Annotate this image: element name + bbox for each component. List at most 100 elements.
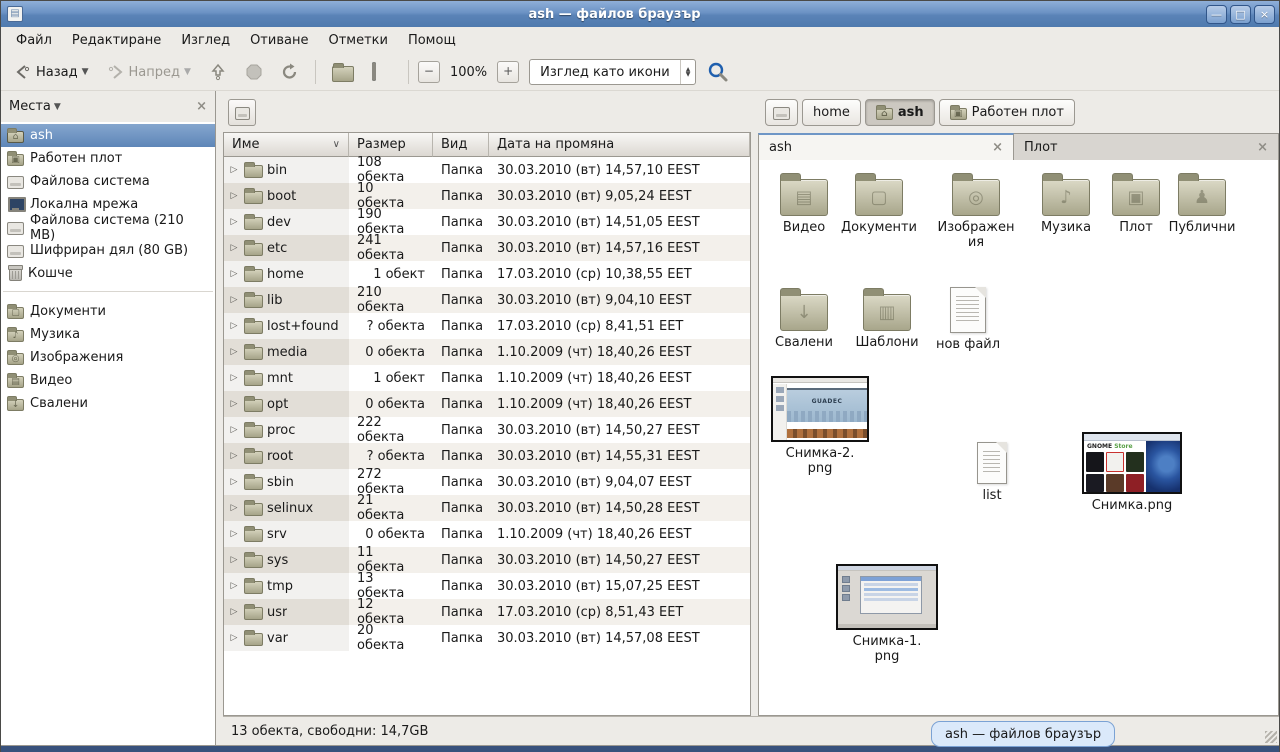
computer-button[interactable] (365, 59, 399, 85)
icon-item-list[interactable]: list (962, 442, 1022, 503)
expander-icon[interactable]: ▷ (228, 555, 240, 565)
sidebar-item-музика[interactable]: Музика (1, 323, 215, 346)
table-row[interactable]: ▷etc241 обектаПапка30.03.2010 (вт) 14,57… (224, 235, 750, 261)
maximize-button[interactable]: □ (1230, 5, 1251, 24)
stop-button[interactable] (238, 58, 270, 86)
expander-icon[interactable]: ▷ (228, 633, 240, 643)
tab-close-icon[interactable]: × (992, 140, 1003, 155)
table-row[interactable]: ▷lost+found? обектаПапка17.03.2010 (ср) … (224, 313, 750, 339)
table-row[interactable]: ▷lib210 обектаПапка30.03.2010 (вт) 9,04,… (224, 287, 750, 313)
expander-icon[interactable]: ▷ (228, 399, 240, 409)
sidebar-item-работен-плот[interactable]: Работен плот (1, 147, 215, 170)
table-row[interactable]: ▷media0 обектаПапка1.10.2009 (чт) 18,40,… (224, 339, 750, 365)
expander-icon[interactable]: ▷ (228, 269, 240, 279)
column-header-name[interactable]: Име ∨ (224, 133, 349, 157)
icon-item-изображения[interactable]: Изображения (931, 172, 1021, 250)
expander-icon[interactable]: ▷ (228, 529, 240, 539)
sidebar-item-изображения[interactable]: Изображения (1, 346, 215, 369)
icon-item-шаблони[interactable]: Шаблони (842, 287, 932, 350)
table-row[interactable]: ▷proc222 обектаПапка30.03.2010 (вт) 14,5… (224, 417, 750, 443)
icon-item-снимка-2-png[interactable]: GUADECСнимка-2.png (765, 376, 875, 476)
search-button[interactable] (700, 56, 736, 88)
forward-dropdown-icon[interactable]: ▼ (184, 67, 191, 77)
menu-item[interactable]: Отметки (319, 29, 396, 52)
sidebar-item-шифриран-дял-80-gb-[interactable]: Шифриран дял (80 GB) (1, 239, 215, 262)
sidebar-title[interactable]: Места (9, 99, 51, 114)
expander-icon[interactable]: ▷ (228, 165, 240, 175)
sidebar-splitter[interactable] (216, 91, 223, 745)
expander-icon[interactable]: ▷ (228, 191, 240, 201)
up-button[interactable] (202, 58, 234, 86)
table-row[interactable]: ▷var20 обектаПапка30.03.2010 (вт) 14,57,… (224, 625, 750, 651)
column-header-date[interactable]: Дата на промяна (489, 133, 750, 157)
table-row[interactable]: ▷dev190 обектаПапка30.03.2010 (вт) 14,51… (224, 209, 750, 235)
view-mode-select[interactable]: Изглед като икони ▲▼ (529, 59, 696, 85)
expander-icon[interactable]: ▷ (228, 607, 240, 617)
table-row[interactable]: ▷root? обектаПапка30.03.2010 (вт) 14,55,… (224, 443, 750, 469)
table-row[interactable]: ▷usr12 обектаПапка17.03.2010 (ср) 8,51,4… (224, 599, 750, 625)
breadcrumb-root-button[interactable] (765, 99, 798, 126)
sidebar-title-dropdown-icon[interactable]: ▼ (54, 102, 61, 112)
sidebar-close-icon[interactable]: × (196, 99, 207, 114)
breadcrumb-button-home[interactable]: home (802, 99, 861, 126)
expander-icon[interactable]: ▷ (228, 425, 240, 435)
tab-close-icon[interactable]: × (1257, 140, 1268, 155)
zoom-out-button[interactable]: − (418, 61, 440, 83)
tab-плот[interactable]: Плот× (1014, 133, 1279, 160)
close-button[interactable]: × (1254, 5, 1275, 24)
sidebar-item-свалени[interactable]: Свалени (1, 392, 215, 415)
expander-icon[interactable]: ▷ (228, 451, 240, 461)
home-button[interactable] (325, 58, 361, 87)
tab-ash[interactable]: ash× (758, 133, 1014, 160)
resize-grip[interactable] (1265, 731, 1277, 743)
icon-item-нов-файл[interactable]: нов файл (923, 287, 1013, 352)
breadcrumb-button-ash[interactable]: ash (865, 99, 935, 126)
icon-item-снимка-png[interactable]: GNOME StoreСнимка.png (1077, 432, 1187, 513)
minimize-button[interactable]: — (1206, 5, 1227, 24)
sidebar-item-ash[interactable]: ash (1, 124, 215, 147)
menu-item[interactable]: Отиване (241, 29, 317, 52)
menu-item[interactable]: Файл (7, 29, 61, 52)
icon-view[interactable]: ВидеоДокументиИзображенияМузикаПлотПубли… (758, 160, 1279, 716)
table-row[interactable]: ▷opt0 обектаПапка1.10.2009 (чт) 18,40,26… (224, 391, 750, 417)
sidebar-item-кошче[interactable]: Кошче (1, 262, 215, 285)
panes-splitter[interactable] (751, 91, 758, 716)
icon-item-снимка-1-png[interactable]: Снимка-1.png (832, 564, 942, 664)
expander-icon[interactable]: ▷ (228, 581, 240, 591)
table-row[interactable]: ▷bin108 обектаПапка30.03.2010 (вт) 14,57… (224, 157, 750, 183)
table-row[interactable]: ▷sys11 обектаПапка30.03.2010 (вт) 14,50,… (224, 547, 750, 573)
column-header-size[interactable]: Размер (349, 133, 433, 157)
menu-item[interactable]: Редактиране (63, 29, 170, 52)
expander-icon[interactable]: ▷ (228, 295, 240, 305)
menu-item[interactable]: Помощ (399, 29, 465, 52)
table-row[interactable]: ▷tmp13 обектаПапка30.03.2010 (вт) 15,07,… (224, 573, 750, 599)
back-button[interactable]: Назад ▼ (7, 59, 96, 85)
reload-button[interactable] (274, 58, 306, 86)
expander-icon[interactable]: ▷ (228, 503, 240, 513)
table-row[interactable]: ▷mnt1 обектПапка1.10.2009 (чт) 18,40,26 … (224, 365, 750, 391)
sidebar-item-документи[interactable]: Документи (1, 300, 215, 323)
zoom-in-button[interactable]: + (497, 61, 519, 83)
icon-item-свалени[interactable]: Свалени (759, 287, 849, 350)
menu-item[interactable]: Изглед (172, 29, 239, 52)
filesystem-root-button[interactable] (228, 99, 256, 126)
table-row[interactable]: ▷home1 обектПапка17.03.2010 (ср) 10,38,5… (224, 261, 750, 287)
table-row[interactable]: ▷sbin272 обектаПапка30.03.2010 (вт) 9,04… (224, 469, 750, 495)
expander-icon[interactable]: ▷ (228, 347, 240, 357)
sidebar-item-файлова-система-210-mb-[interactable]: Файлова система (210 MB) (1, 216, 215, 239)
sidebar-item-видео[interactable]: Видео (1, 369, 215, 392)
icon-item-документи[interactable]: Документи (834, 172, 924, 235)
table-row[interactable]: ▷selinux21 обектаПапка30.03.2010 (вт) 14… (224, 495, 750, 521)
expander-icon[interactable]: ▷ (228, 321, 240, 331)
breadcrumb-button-работен-плот[interactable]: Работен плот (939, 99, 1075, 126)
expander-icon[interactable]: ▷ (228, 243, 240, 253)
back-dropdown-icon[interactable]: ▼ (82, 67, 89, 77)
icon-item-публични[interactable]: Публични (1157, 172, 1247, 235)
expander-icon[interactable]: ▷ (228, 477, 240, 487)
sidebar-item-файлова-система[interactable]: Файлова система (1, 170, 215, 193)
table-row[interactable]: ▷srv0 обектаПапка1.10.2009 (чт) 18,40,26… (224, 521, 750, 547)
forward-button[interactable]: Напред ▼ (100, 59, 198, 85)
table-row[interactable]: ▷boot10 обектаПапка30.03.2010 (вт) 9,05,… (224, 183, 750, 209)
expander-icon[interactable]: ▷ (228, 373, 240, 383)
column-header-type[interactable]: Вид (433, 133, 489, 157)
